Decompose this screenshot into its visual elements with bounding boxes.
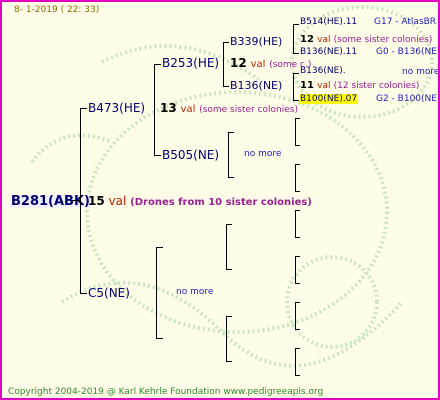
gen3b-number: 11 — [300, 80, 314, 91]
gen3-colony-a[interactable]: B339(HE) — [230, 36, 282, 47]
gen3b-value-group: 11 val (12 sister colonies) — [300, 81, 419, 91]
gen4-r1-name: B514(HE).11 — [300, 17, 358, 27]
gen4-r1-extra: G17 - AtlasBR — [374, 17, 437, 27]
gen2-colony-b[interactable]: B505(NE) — [162, 149, 219, 161]
copyright-footer: Copyright 2004-2019 @ Karl Kehrle Founda… — [8, 387, 324, 397]
gen4-row-4[interactable]: B100(NE).07 — [300, 94, 358, 104]
gen3b-note: (12 sister colonies) — [333, 81, 420, 91]
root-number: 15 — [88, 194, 105, 208]
queen-node[interactable]: B473(HE) — [88, 102, 145, 114]
queen-number: 13 — [160, 101, 177, 115]
gen4-r3-extra: no more — [402, 67, 440, 77]
queen-value-group: 13 val (some sister colonies) — [160, 102, 298, 115]
gen4-row-1[interactable]: B514(HE).11 — [300, 18, 357, 27]
drone-no-more: no more — [176, 287, 214, 297]
gen3a-note: (some sister colonies) — [333, 35, 433, 45]
root-value-group: 15 val (Drones from 10 sister colonies) — [88, 195, 312, 208]
drone-node[interactable]: C5(NE) — [88, 287, 130, 299]
gen4-r2-extra: G0 - B136(NE) — [376, 47, 440, 57]
gen3a-value-group: 12 val (some sister colonies) — [300, 35, 432, 45]
gen2a-number: 12 — [230, 56, 247, 70]
gen4-row-2[interactable]: B136(NE).11 — [300, 48, 357, 57]
gen3-colony-b[interactable]: B136(NE) — [230, 80, 282, 91]
gen3b-val: val — [317, 81, 331, 91]
gen4-r4-name: B100(NE).07 — [300, 94, 358, 104]
root-val: val — [108, 194, 127, 208]
gen2-colony-a[interactable]: B253(HE) — [162, 57, 219, 69]
date-header: 8- 1-2019 ( 22: 33) — [14, 5, 100, 15]
queen-note: (some sister colonies) — [199, 105, 298, 115]
gen4-r4-extra: G2 - B100(NE) — [376, 94, 440, 104]
gen4-row-3[interactable]: B136(NE). — [300, 67, 346, 76]
gen3a-number: 12 — [300, 34, 314, 45]
gen2b-no-more: no more — [244, 149, 282, 159]
root-colony[interactable]: B281(ABK) — [10, 195, 91, 208]
queen-val: val — [180, 104, 196, 115]
gen4-r3-name: B136(NE). — [300, 66, 346, 76]
gen3a-val: val — [317, 35, 331, 45]
pedigree-panel: 8- 1-2019 ( 22: 33) B281(ABK) 15 val (Dr… — [0, 0, 440, 400]
gen2a-val: val — [250, 59, 266, 70]
gen4-r2-name: B136(NE).11 — [300, 47, 358, 57]
root-note: (Drones from 10 sister colonies) — [130, 197, 312, 208]
